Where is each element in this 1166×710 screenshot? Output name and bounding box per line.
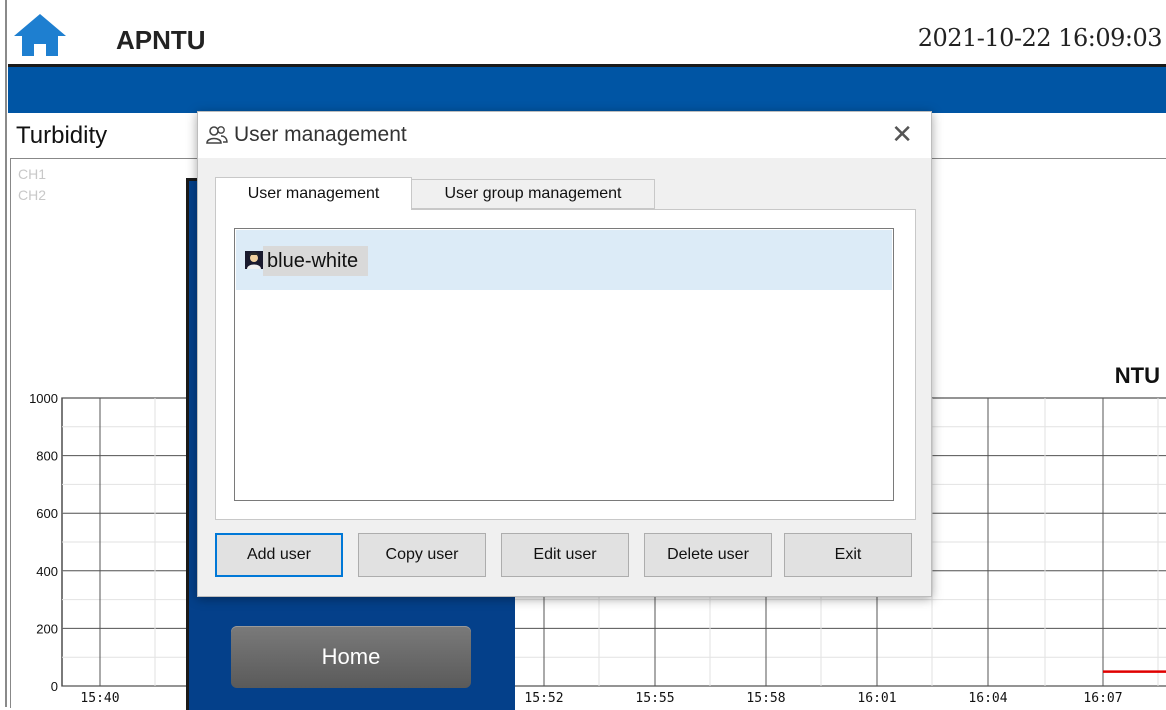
x-tick-label: 16:07 xyxy=(1083,691,1122,706)
x-tick-label: 15:40 xyxy=(80,691,119,706)
y-tick-label: 0 xyxy=(51,679,58,694)
tab-page: blue-white xyxy=(215,209,916,520)
y-tick-label: 1000 xyxy=(29,391,58,406)
exit-button[interactable]: Exit xyxy=(784,533,912,577)
users-icon xyxy=(206,126,228,144)
x-tick-label: 16:01 xyxy=(857,691,896,706)
y-tick-label: 600 xyxy=(36,506,58,521)
x-tick-label: 15:58 xyxy=(746,691,785,706)
list-item[interactable]: blue-white xyxy=(236,230,892,290)
y-tick-label: 800 xyxy=(36,449,58,464)
copy-user-button[interactable]: Copy user xyxy=(358,533,486,577)
y-tick-label: 200 xyxy=(36,621,58,636)
dialog-titlebar[interactable]: User management ✕ xyxy=(198,112,931,158)
tab-user-group-management[interactable]: User group management xyxy=(412,179,655,209)
user-name: blue-white xyxy=(263,246,369,276)
dialog-title: User management xyxy=(234,123,407,146)
y-tick-label: 400 xyxy=(36,564,58,579)
edit-user-button[interactable]: Edit user xyxy=(501,533,629,577)
user-list[interactable]: blue-white xyxy=(234,228,894,501)
tab-user-management[interactable]: User management xyxy=(215,177,412,210)
home-button[interactable]: Home xyxy=(231,626,471,688)
add-user-button[interactable]: Add user xyxy=(215,533,343,577)
x-tick-label: 15:55 xyxy=(635,691,674,706)
delete-user-button[interactable]: Delete user xyxy=(644,533,772,577)
x-tick-label: 16:04 xyxy=(968,691,1007,706)
close-icon[interactable]: ✕ xyxy=(891,120,913,150)
user-management-dialog: User management ✕ User management User g… xyxy=(197,111,932,597)
dialog-body: User management User group management bl… xyxy=(198,158,931,596)
x-tick-label: 15:52 xyxy=(524,691,563,706)
user-icon xyxy=(245,251,263,269)
